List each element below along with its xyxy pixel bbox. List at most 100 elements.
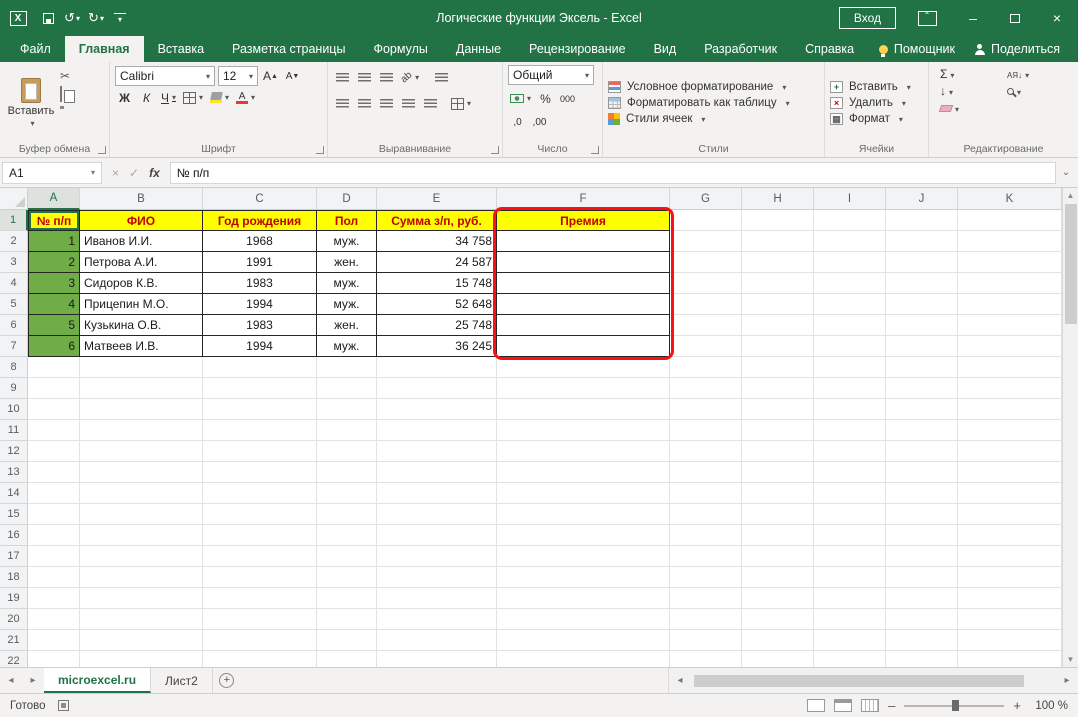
cell-B20[interactable] xyxy=(80,609,203,630)
cell-C11[interactable] xyxy=(203,420,317,441)
cell-H11[interactable] xyxy=(742,420,814,441)
cell-E22[interactable] xyxy=(377,651,497,667)
row-header-17[interactable]: 17 xyxy=(0,546,28,567)
cell-H21[interactable] xyxy=(742,630,814,651)
find-select-button[interactable] xyxy=(1007,84,1067,98)
cell-F2[interactable] xyxy=(497,231,670,252)
row-header-10[interactable]: 10 xyxy=(0,399,28,420)
row-header-11[interactable]: 11 xyxy=(0,420,28,441)
cell-B13[interactable] xyxy=(80,462,203,483)
cell-G5[interactable] xyxy=(670,294,742,315)
expand-formula-bar-button[interactable]: ⌄ xyxy=(1056,167,1076,178)
row-header-3[interactable]: 3 xyxy=(0,252,28,273)
cell-F11[interactable] xyxy=(497,420,670,441)
ribbon-tab-Разметка страницы[interactable]: Разметка страницы xyxy=(218,36,359,62)
cell-D20[interactable] xyxy=(317,609,377,630)
cell-J4[interactable] xyxy=(886,273,958,294)
cell-E16[interactable] xyxy=(377,525,497,546)
redo-button[interactable]: ↻▾ xyxy=(84,4,108,32)
cell-A4[interactable]: 3 xyxy=(28,273,80,294)
cell-B14[interactable] xyxy=(80,483,203,504)
cell-K14[interactable] xyxy=(958,483,1062,504)
cell-I7[interactable] xyxy=(814,336,886,357)
cell-D12[interactable] xyxy=(317,441,377,462)
cell-K20[interactable] xyxy=(958,609,1062,630)
sheet-nav-right-icon[interactable]: ▸ xyxy=(22,668,44,693)
cell-H22[interactable] xyxy=(742,651,814,667)
cell-F17[interactable] xyxy=(497,546,670,567)
excel-app-button[interactable]: X xyxy=(0,0,36,36)
cell-G3[interactable] xyxy=(670,252,742,273)
cell-J3[interactable] xyxy=(886,252,958,273)
cell-G2[interactable] xyxy=(670,231,742,252)
row-header-14[interactable]: 14 xyxy=(0,483,28,504)
cell-D13[interactable] xyxy=(317,462,377,483)
cell-K3[interactable] xyxy=(958,252,1062,273)
cell-K19[interactable] xyxy=(958,588,1062,609)
cell-B3[interactable]: Петрова А.И. xyxy=(80,252,203,273)
cell-J22[interactable] xyxy=(886,651,958,667)
sheet-tab-microexcel[interactable]: microexcel.ru xyxy=(44,668,151,693)
row-header-13[interactable]: 13 xyxy=(0,462,28,483)
cell-F1[interactable]: Премия xyxy=(497,210,670,231)
assistant-button[interactable]: Помощник xyxy=(879,42,955,56)
cell-C17[interactable] xyxy=(203,546,317,567)
cell-C8[interactable] xyxy=(203,357,317,378)
cell-K17[interactable] xyxy=(958,546,1062,567)
cell-D1[interactable]: Пол xyxy=(317,210,377,231)
page-break-view-button[interactable] xyxy=(861,699,879,712)
cell-F15[interactable] xyxy=(497,504,670,525)
align-top-button[interactable] xyxy=(333,68,352,87)
cell-A3[interactable]: 2 xyxy=(28,252,80,273)
ribbon-tab-Разработчик[interactable]: Разработчик xyxy=(690,36,791,62)
cell-J20[interactable] xyxy=(886,609,958,630)
cell-J13[interactable] xyxy=(886,462,958,483)
cell-D9[interactable] xyxy=(317,378,377,399)
cell-J8[interactable] xyxy=(886,357,958,378)
decrease-font-button[interactable]: А▼ xyxy=(283,67,302,86)
cell-D17[interactable] xyxy=(317,546,377,567)
cell-H13[interactable] xyxy=(742,462,814,483)
cell-A18[interactable] xyxy=(28,567,80,588)
dialog-launcher-icon[interactable] xyxy=(591,146,599,154)
clear-button[interactable] xyxy=(940,101,997,115)
cell-B12[interactable] xyxy=(80,441,203,462)
cell-A6[interactable]: 5 xyxy=(28,315,80,336)
cell-A17[interactable] xyxy=(28,546,80,567)
align-left-button[interactable] xyxy=(333,94,352,113)
cell-I3[interactable] xyxy=(814,252,886,273)
save-button[interactable] xyxy=(36,4,60,32)
cell-B18[interactable] xyxy=(80,567,203,588)
cell-G20[interactable] xyxy=(670,609,742,630)
cell-F12[interactable] xyxy=(497,441,670,462)
cell-D16[interactable] xyxy=(317,525,377,546)
cell-D18[interactable] xyxy=(317,567,377,588)
cell-styles-button[interactable]: Стили ячеек xyxy=(608,113,819,125)
cell-A1[interactable]: № п/п xyxy=(28,210,80,231)
cell-C15[interactable] xyxy=(203,504,317,525)
cell-E17[interactable] xyxy=(377,546,497,567)
cell-D10[interactable] xyxy=(317,399,377,420)
cell-E3[interactable]: 24 587 xyxy=(377,252,497,273)
vertical-scrollbar[interactable]: ▲ ▼ xyxy=(1062,188,1078,667)
cell-K5[interactable] xyxy=(958,294,1062,315)
cell-H19[interactable] xyxy=(742,588,814,609)
cell-C14[interactable] xyxy=(203,483,317,504)
cell-A16[interactable] xyxy=(28,525,80,546)
cell-A13[interactable] xyxy=(28,462,80,483)
column-header-F[interactable]: F xyxy=(497,188,670,210)
column-header-K[interactable]: K xyxy=(958,188,1062,210)
zoom-slider[interactable] xyxy=(904,705,1004,707)
cell-C4[interactable]: 1983 xyxy=(203,273,317,294)
cell-H16[interactable] xyxy=(742,525,814,546)
share-button[interactable]: Поделиться xyxy=(975,42,1060,56)
cell-B5[interactable]: Прицепин М.О. xyxy=(80,294,203,315)
cell-G10[interactable] xyxy=(670,399,742,420)
cell-A11[interactable] xyxy=(28,420,80,441)
cell-H17[interactable] xyxy=(742,546,814,567)
cell-J11[interactable] xyxy=(886,420,958,441)
cell-G11[interactable] xyxy=(670,420,742,441)
cell-D5[interactable]: муж. xyxy=(317,294,377,315)
cell-E21[interactable] xyxy=(377,630,497,651)
cell-H9[interactable] xyxy=(742,378,814,399)
